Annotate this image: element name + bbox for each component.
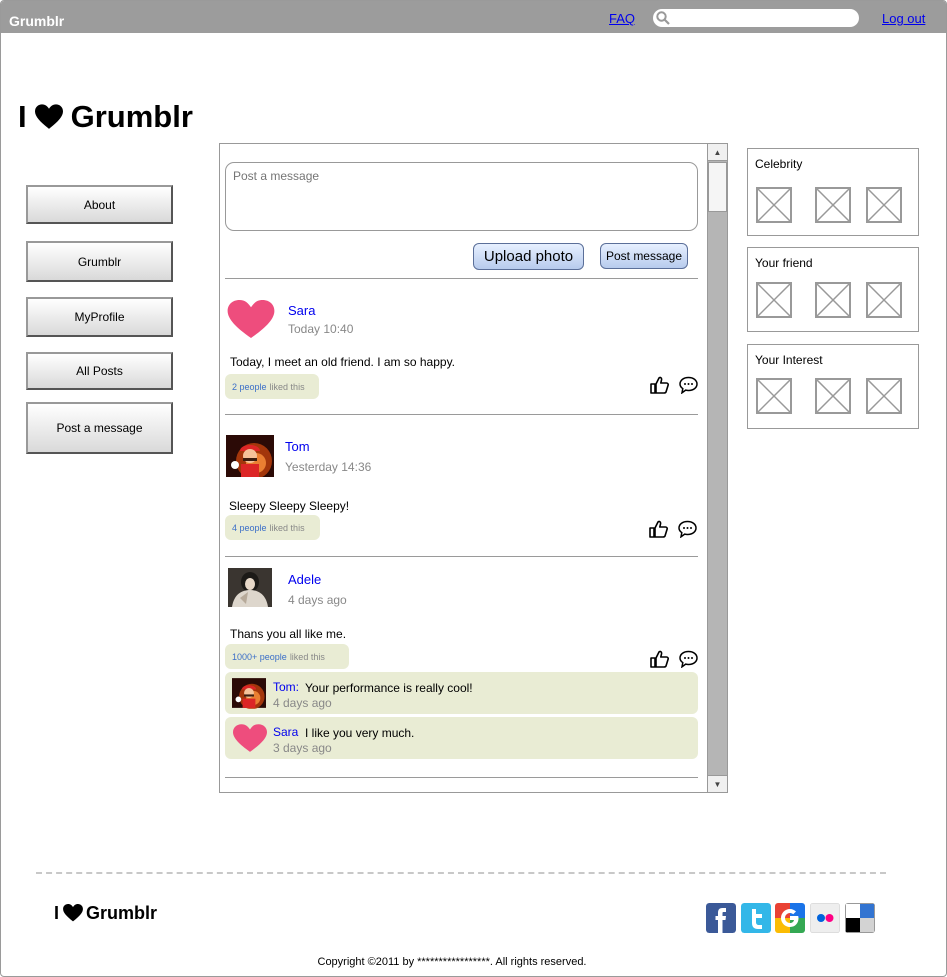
nav-myprofile-button[interactable]: MyProfile bbox=[26, 297, 173, 337]
likes-badge: 4 people liked this bbox=[225, 515, 320, 540]
facebook-icon[interactable] bbox=[706, 903, 736, 933]
search-input[interactable] bbox=[653, 9, 859, 27]
scroll-down-arrow-icon[interactable]: ▼ bbox=[708, 775, 727, 792]
comment-bubble-icon[interactable] bbox=[678, 520, 697, 538]
site-logo: I Grumblr bbox=[18, 99, 193, 135]
brand-small: Grumblr bbox=[9, 13, 65, 29]
like-thumb-icon[interactable] bbox=[650, 650, 669, 668]
comment-timestamp: 4 days ago bbox=[273, 696, 332, 710]
comment-username[interactable]: Tom: bbox=[273, 680, 299, 694]
image-placeholder-icon[interactable] bbox=[756, 187, 792, 223]
post-username[interactable]: Tom bbox=[285, 439, 310, 454]
heart-icon bbox=[34, 104, 63, 129]
mario-avatar bbox=[226, 435, 274, 477]
likes-badge: 1000+ people liked this bbox=[225, 644, 349, 669]
divider bbox=[225, 556, 698, 557]
mario-avatar bbox=[232, 678, 266, 709]
image-placeholder-icon[interactable] bbox=[756, 282, 792, 318]
image-placeholder-icon[interactable] bbox=[815, 378, 851, 414]
scroll-up-arrow-icon[interactable]: ▲ bbox=[708, 144, 727, 161]
logo-name: Grumblr bbox=[70, 99, 193, 134]
likes-count-link[interactable]: 1000+ people bbox=[232, 652, 287, 662]
likes-count-link[interactable]: 4 people bbox=[232, 523, 267, 533]
comment-text: Your performance is really cool! bbox=[305, 681, 473, 695]
likes-suffix: liked this bbox=[269, 381, 305, 392]
image-placeholder-icon[interactable] bbox=[866, 282, 902, 318]
nav-post-message-button[interactable]: Post a message bbox=[26, 402, 173, 454]
post-message-button[interactable]: Post message bbox=[600, 243, 688, 269]
heart-icon bbox=[63, 904, 83, 922]
divider bbox=[225, 777, 698, 778]
your-interest-panel: Your Interest bbox=[747, 344, 919, 429]
logo-prefix: I bbox=[18, 99, 27, 134]
post-username[interactable]: Adele bbox=[288, 572, 321, 587]
footer-divider bbox=[36, 872, 886, 874]
nav-about-button[interactable]: About bbox=[26, 185, 173, 224]
compose-textarea[interactable] bbox=[225, 162, 698, 231]
celebrity-panel: Celebrity bbox=[747, 148, 919, 236]
heart-avatar bbox=[227, 300, 275, 338]
upload-photo-button[interactable]: Upload photo bbox=[473, 243, 584, 270]
feed-scrollbar[interactable]: ▲ ▼ bbox=[707, 144, 727, 792]
image-placeholder-icon[interactable] bbox=[815, 282, 851, 318]
footer-logo: I Grumblr bbox=[54, 902, 157, 924]
likes-count-link[interactable]: 2 people bbox=[232, 382, 267, 392]
your-friend-panel: Your friend bbox=[747, 247, 919, 332]
top-bar: Grumblr FAQ Log out bbox=[1, 1, 946, 33]
like-thumb-icon[interactable] bbox=[650, 376, 669, 394]
post-timestamp: Yesterday 14:36 bbox=[285, 460, 372, 474]
image-placeholder-icon[interactable] bbox=[756, 378, 792, 414]
image-placeholder-icon[interactable] bbox=[815, 187, 851, 223]
panel-title: Your friend bbox=[755, 256, 813, 270]
adele-photo-avatar bbox=[228, 568, 272, 607]
scroll-thumb[interactable] bbox=[708, 162, 727, 212]
copyright-text: Copyright ©2011 by *****************. Al… bbox=[317, 956, 587, 968]
post-username[interactable]: Sara bbox=[288, 303, 315, 318]
page-frame: Grumblr FAQ Log out I Grumblr About Grum… bbox=[0, 0, 947, 977]
feed-panel: Upload photo Post message Sara Today 10:… bbox=[219, 143, 728, 793]
nav-grumblr-button[interactable]: Grumblr bbox=[26, 241, 173, 282]
like-thumb-icon[interactable] bbox=[649, 520, 668, 538]
comment-bubble-icon[interactable] bbox=[679, 650, 698, 668]
footer-logo-prefix: I bbox=[54, 902, 60, 923]
divider bbox=[225, 278, 698, 279]
likes-suffix: liked this bbox=[289, 651, 325, 662]
logout-link[interactable]: Log out bbox=[882, 11, 925, 26]
flickr-icon[interactable] bbox=[810, 903, 840, 933]
comment-username[interactable]: Sara bbox=[273, 725, 298, 739]
comment-timestamp: 3 days ago bbox=[273, 741, 332, 755]
panel-title: Celebrity bbox=[755, 157, 803, 171]
comment-bubble-icon[interactable] bbox=[679, 376, 698, 394]
nav-all-posts-button[interactable]: All Posts bbox=[26, 352, 173, 390]
delicious-icon[interactable] bbox=[845, 903, 875, 933]
post-text: Today, I meet an old friend. I am so hap… bbox=[230, 355, 456, 369]
post-timestamp: 4 days ago bbox=[288, 593, 347, 607]
image-placeholder-icon[interactable] bbox=[866, 187, 902, 223]
twitter-icon[interactable] bbox=[741, 903, 771, 933]
post-text: Thans you all like me. bbox=[230, 627, 347, 641]
heart-avatar bbox=[233, 724, 267, 752]
likes-suffix: liked this bbox=[269, 522, 305, 533]
post-text: Sleepy Sleepy Sleepy! bbox=[229, 499, 350, 513]
comment-text: I like you very much. bbox=[305, 726, 415, 740]
divider bbox=[225, 414, 698, 415]
image-placeholder-icon[interactable] bbox=[866, 378, 902, 414]
faq-link[interactable]: FAQ bbox=[609, 11, 635, 26]
comment-item: Tom: Your performance is really cool! 4 … bbox=[225, 672, 698, 714]
footer-logo-name: Grumblr bbox=[86, 902, 158, 923]
likes-badge: 2 people liked this bbox=[225, 374, 319, 399]
post-timestamp: Today 10:40 bbox=[288, 322, 354, 336]
comment-item: Sara I like you very much. 3 days ago bbox=[225, 717, 698, 759]
panel-title: Your Interest bbox=[755, 353, 823, 367]
search-icon bbox=[656, 11, 670, 25]
google-icon[interactable] bbox=[775, 903, 805, 933]
